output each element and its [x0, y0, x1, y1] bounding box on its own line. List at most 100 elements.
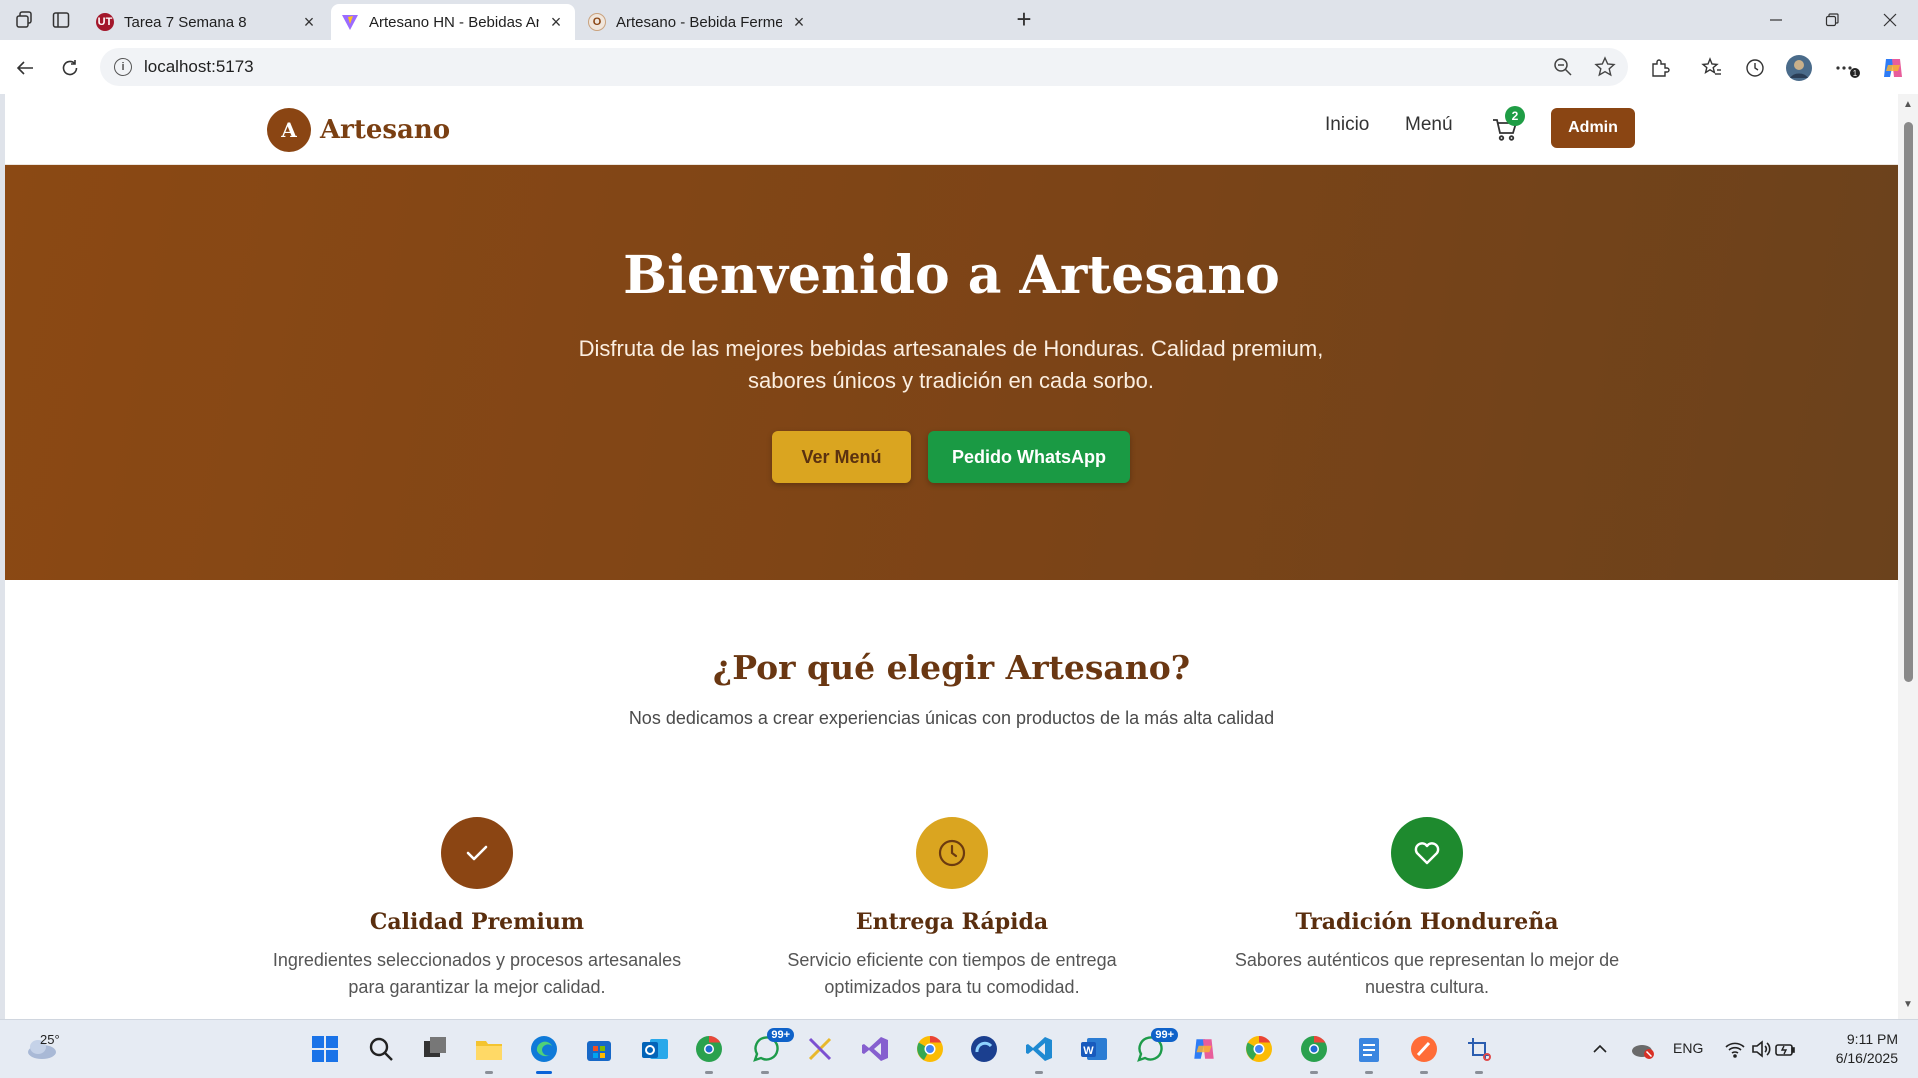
tab-title: Artesano - Bebida Fermentada 100 — [616, 13, 782, 31]
tab-title: Artesano HN - Bebidas Artesanales — [369, 13, 539, 31]
site-info-icon[interactable]: i — [114, 58, 132, 76]
check-icon — [441, 817, 513, 889]
heart-icon — [1391, 817, 1463, 889]
vertical-tabs-icon[interactable] — [47, 8, 75, 32]
new-tab-icon[interactable]: + — [1010, 6, 1038, 33]
why-subtitle: Nos dedicamos a crear experiencias única… — [628, 708, 1275, 728]
history-icon[interactable] — [1740, 53, 1770, 83]
close-icon[interactable]: × — [547, 12, 565, 32]
url-text: localhost:5173 — [144, 57, 254, 76]
clock-time: 9:11 PM — [1846, 1031, 1898, 1047]
snip-sketch-icon[interactable] — [1462, 1032, 1496, 1074]
scrollbar-thumb[interactable] — [1904, 122, 1913, 682]
reload-icon[interactable] — [55, 53, 85, 83]
scroll-up-icon[interactable]: ▲ — [1902, 100, 1914, 110]
whatsapp-order-button[interactable]: Pedido WhatsApp — [928, 431, 1130, 483]
snipping-tool-icon[interactable] — [803, 1032, 837, 1066]
restore-icon[interactable] — [1812, 6, 1852, 34]
logo-badge: A — [267, 108, 311, 152]
hero-section: Bienvenido a Artesano Disfruta de las me… — [5, 165, 1898, 580]
window-close-icon[interactable] — [1870, 6, 1910, 34]
nav-inicio[interactable]: Inicio — [1325, 114, 1369, 136]
hero-subtitle: Disfruta de las mejores bebidas artesana… — [578, 336, 1324, 393]
back-icon[interactable] — [10, 53, 40, 83]
tab-artesano-bebida[interactable]: O Artesano - Bebida Fermentada 100 × — [578, 4, 818, 40]
page-viewport: A Artesano Inicio Menú 2 Admin Bienvenid… — [5, 94, 1898, 1019]
system-clock[interactable]: 9:11 PM 6/16/2025 — [1822, 1030, 1898, 1068]
admin-button[interactable]: Admin — [1551, 108, 1635, 148]
cart-count-badge: 2 — [1505, 106, 1525, 126]
feature-title: Tradición Hondureña — [1295, 909, 1559, 935]
whatsapp-icon[interactable]: 99+ — [748, 1028, 794, 1074]
battery-icon[interactable] — [1768, 1032, 1802, 1066]
extensions-icon[interactable] — [1645, 53, 1675, 83]
copilot-icon[interactable] — [1878, 53, 1908, 83]
feature-tradicion: Tradición Hondureña Sabores auténticos q… — [1217, 817, 1637, 1001]
clock-icon — [916, 817, 988, 889]
whatsapp-badge: 99+ — [767, 1028, 794, 1042]
arc-app-icon[interactable] — [967, 1032, 1001, 1066]
chrome-profile-icon[interactable] — [1242, 1032, 1276, 1066]
search-icon[interactable] — [364, 1032, 398, 1066]
favorites-icon[interactable] — [1697, 53, 1727, 83]
ver-menu-button[interactable]: Ver Menú — [772, 431, 911, 483]
nav-menu[interactable]: Menú — [1405, 114, 1453, 136]
visual-studio-icon[interactable] — [858, 1032, 892, 1066]
favorite-star-icon[interactable] — [1590, 52, 1620, 82]
store-icon[interactable] — [582, 1032, 616, 1066]
chevron-up-icon[interactable] — [1583, 1032, 1617, 1066]
windows-taskbar: 25° 99+ W 99+ ENG 9:11 PM 6/16/2025 — [0, 1019, 1918, 1078]
why-title: ¿Por qué elegir Artesano? — [712, 648, 1191, 687]
weather-temperature: 25° — [40, 1032, 60, 1047]
address-bar[interactable]: i localhost:5173 — [100, 48, 1628, 86]
zoom-out-icon[interactable] — [1548, 52, 1578, 82]
clock-date: 6/16/2025 — [1835, 1050, 1898, 1066]
language-indicator[interactable]: ENG — [1673, 1040, 1703, 1056]
site-header: A Artesano Inicio Menú 2 Admin — [5, 94, 1898, 165]
svg-text:1: 1 — [1853, 69, 1858, 78]
feature-description: Ingredientes seleccionados y procesos ar… — [272, 950, 682, 997]
browser-tab-strip: UT Tarea 7 Semana 8 × Artesano HN - Bebi… — [0, 0, 1918, 40]
page-scrollbar[interactable]: ▲ ▼ — [1898, 94, 1918, 1019]
postman-icon[interactable] — [1407, 1032, 1441, 1074]
hero-title: Bienvenido a Artesano — [623, 245, 1280, 306]
more-options-icon[interactable]: 1 — [1832, 53, 1862, 83]
vscode-icon[interactable] — [1022, 1032, 1056, 1074]
feature-entrega: Entrega Rápida Servicio eficiente con ti… — [742, 817, 1162, 1001]
tab-artesano-hn[interactable]: Artesano HN - Bebidas Artesanales × — [331, 4, 575, 40]
outlook-icon[interactable] — [638, 1032, 672, 1066]
notepad-icon[interactable] — [1352, 1032, 1386, 1074]
vite-favicon-icon — [341, 13, 359, 31]
feature-description: Sabores auténticos que representan lo me… — [1234, 950, 1620, 997]
chrome-dev-profile-icon[interactable] — [1297, 1032, 1331, 1074]
tarea-favicon-icon: UT — [96, 13, 114, 31]
browser-toolbar: i localhost:5173 1 — [0, 40, 1918, 94]
chrome-icon[interactable] — [913, 1032, 947, 1066]
start-icon[interactable] — [308, 1032, 342, 1066]
close-icon[interactable]: × — [300, 12, 318, 32]
word-icon[interactable]: W — [1077, 1032, 1111, 1066]
feature-description: Servicio eficiente con tiempos de entreg… — [787, 950, 1117, 997]
tab-title: Tarea 7 Semana 8 — [124, 13, 247, 31]
feature-title: Calidad Premium — [369, 909, 585, 935]
chrome-dev-icon[interactable] — [692, 1032, 726, 1074]
site-logo[interactable]: A Artesano — [267, 108, 450, 152]
copilot-app-icon[interactable] — [1187, 1032, 1221, 1066]
feature-calidad: Calidad Premium Ingredientes seleccionad… — [267, 817, 687, 1001]
svg-text:W: W — [1083, 1045, 1094, 1057]
file-explorer-icon[interactable] — [472, 1032, 506, 1074]
minimize-icon[interactable] — [1756, 6, 1796, 34]
close-icon[interactable]: × — [790, 12, 808, 32]
feature-title: Entrega Rápida — [855, 909, 1049, 935]
task-view-icon[interactable] — [418, 1032, 452, 1066]
edge-browser-icon[interactable] — [527, 1032, 561, 1074]
logo-text: Artesano — [320, 115, 451, 145]
scroll-down-icon[interactable]: ▼ — [1902, 1000, 1914, 1010]
onedrive-icon[interactable] — [1625, 1032, 1659, 1066]
page-favicon-icon: O — [588, 13, 606, 31]
whatsapp-business-icon[interactable]: 99+ — [1132, 1028, 1178, 1066]
workspaces-icon[interactable] — [10, 8, 38, 32]
tab-tarea[interactable]: UT Tarea 7 Semana 8 × — [86, 4, 328, 40]
profile-avatar[interactable] — [1784, 53, 1814, 83]
whatsapp-badge: 99+ — [1151, 1028, 1178, 1042]
